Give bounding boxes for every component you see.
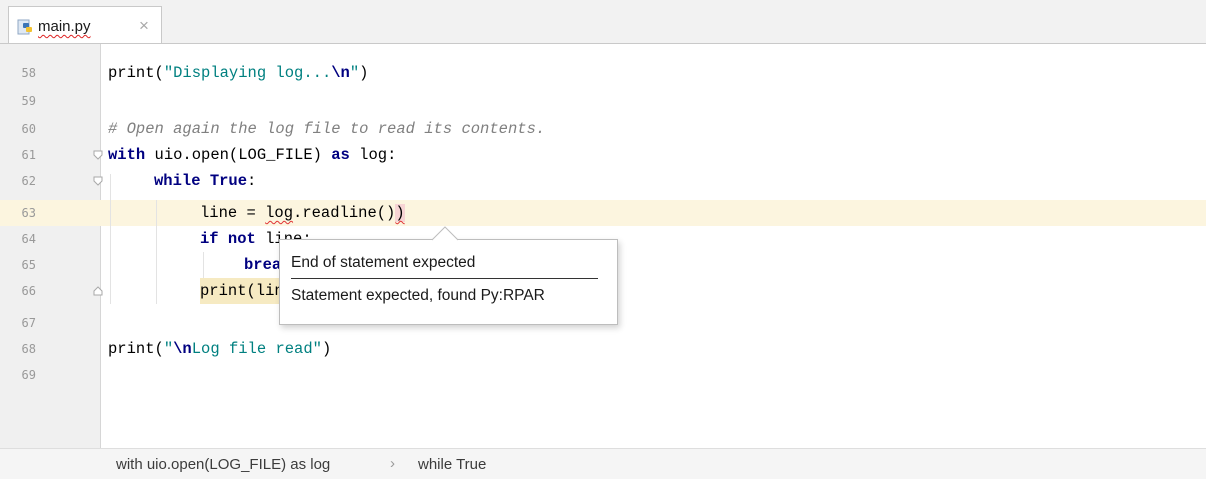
tooltip-title: End of statement expected	[291, 254, 476, 271]
line-number: 69	[21, 368, 36, 382]
line-code[interactable]: while True:	[154, 168, 256, 194]
line-code[interactable]: line = log.readline())	[200, 200, 405, 226]
fold-collapse-icon[interactable]	[93, 150, 103, 160]
line-number: 63	[21, 206, 36, 220]
tab-main-py[interactable]: main.py ×	[8, 6, 162, 44]
line-number: 68	[21, 342, 36, 356]
line-number: 65	[21, 258, 36, 272]
line-number: 59	[21, 94, 36, 108]
tooltip-divider	[291, 278, 598, 279]
tooltip-detail: Statement expected, found Py:RPAR	[291, 287, 545, 304]
line-code[interactable]: print("\nLog file read")	[108, 336, 331, 362]
error-tooltip: End of statement expected Statement expe…	[279, 239, 618, 325]
code-line[interactable]: 59	[0, 88, 1206, 114]
breadcrumb-item-with[interactable]: with uio.open(LOG_FILE) as log	[116, 456, 330, 473]
code-line[interactable]: 60 # Open again the log file to read its…	[0, 116, 1206, 142]
line-number: 60	[21, 122, 36, 136]
comment[interactable]: # Open again the log file to read its co…	[108, 116, 545, 142]
code-line[interactable]: 61 with uio.open(LOG_FILE) as log:	[0, 142, 1206, 168]
line-number: 67	[21, 316, 36, 330]
line-number: 58	[21, 66, 36, 80]
close-icon[interactable]: ×	[139, 16, 149, 36]
unresolved-reference: log	[265, 204, 294, 222]
code-line-current[interactable]: 63 line = log.readline())	[0, 200, 1206, 226]
breadcrumb-item-while[interactable]: while True	[418, 456, 486, 473]
tooltip-pointer	[432, 226, 458, 241]
chevron-right-icon: ›	[390, 455, 395, 472]
code-line[interactable]: 68 print("\nLog file read")	[0, 336, 1206, 362]
code-line[interactable]: 58 print("Displaying log...\n")	[0, 60, 1206, 86]
print-call: print(	[108, 64, 164, 82]
line-code[interactable]: print("Displaying log...\n")	[108, 60, 368, 86]
fold-collapse-icon[interactable]	[93, 176, 103, 186]
line-number: 61	[21, 148, 36, 162]
code-line[interactable]: 69	[0, 362, 1206, 388]
python-file-icon	[17, 19, 32, 35]
tab-filename: main.py	[38, 18, 91, 35]
breadcrumb: with uio.open(LOG_FILE) as log › while T…	[0, 448, 1206, 479]
editor-tab-bar: main.py ×	[0, 0, 1206, 44]
line-number: 62	[21, 174, 36, 188]
code-line[interactable]: 62 while True:	[0, 168, 1206, 194]
line-code[interactable]: with uio.open(LOG_FILE) as log:	[108, 142, 396, 168]
line-number: 64	[21, 232, 36, 246]
string-literal: "Displaying log...\n"	[163, 64, 360, 82]
fold-end-icon[interactable]	[93, 286, 103, 296]
error-token[interactable]: )	[395, 204, 405, 222]
line-number: 66	[21, 284, 36, 298]
